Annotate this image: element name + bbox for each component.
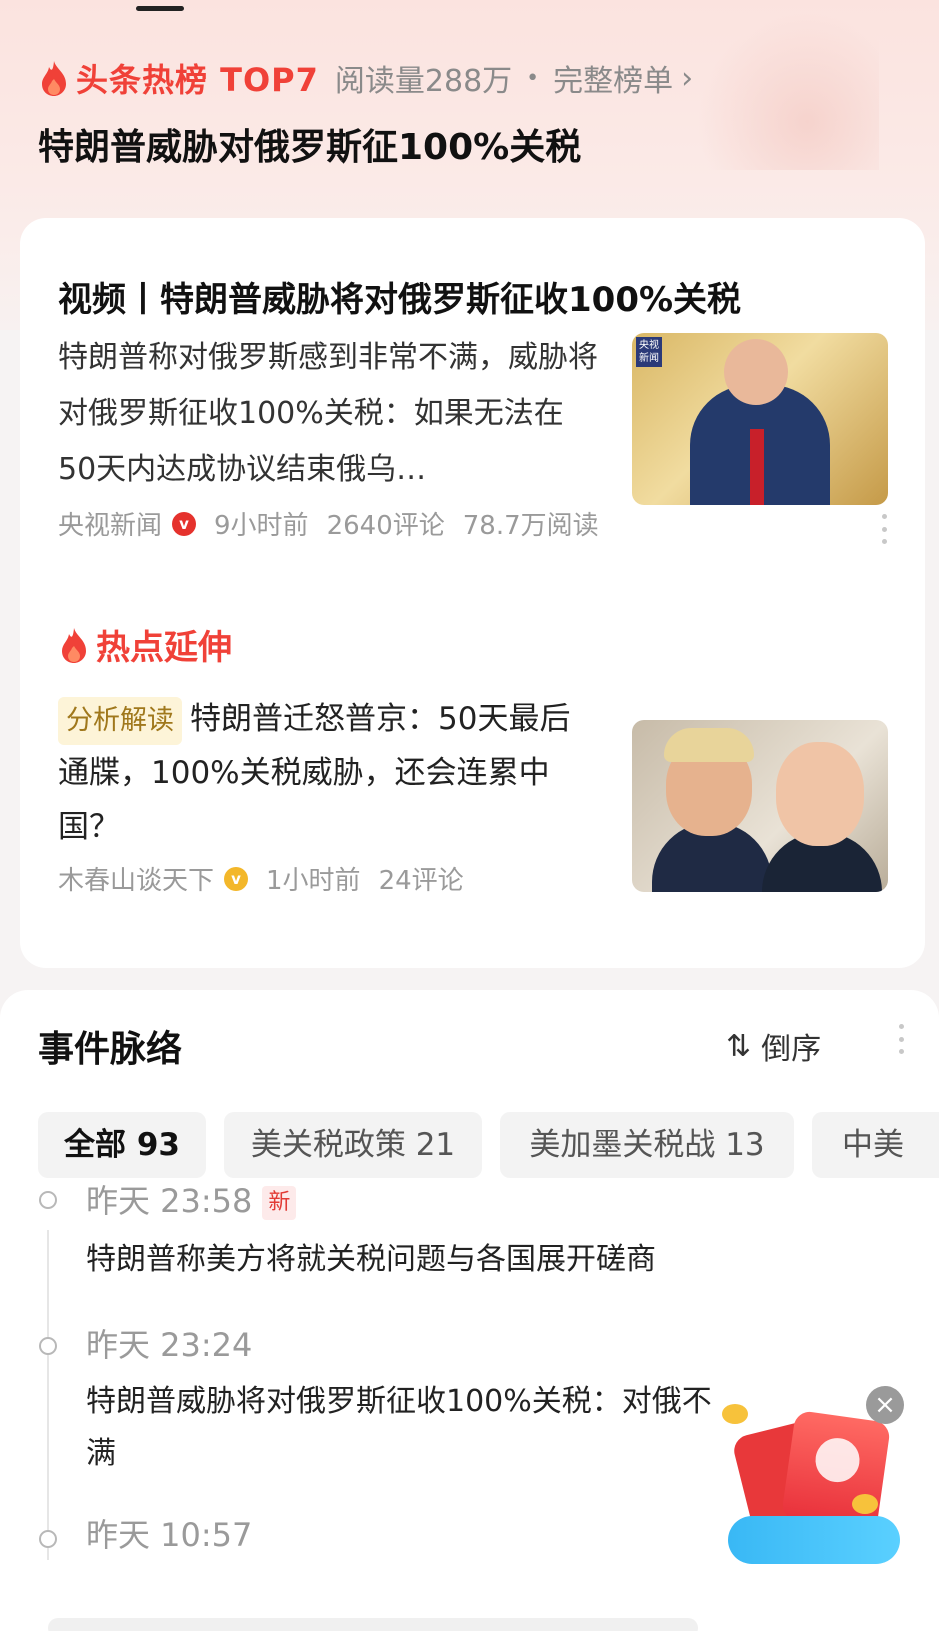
full-list-link[interactable]: 完整榜单 xyxy=(553,56,673,100)
close-icon[interactable]: × xyxy=(866,1386,904,1424)
chip-us-canada-mexico[interactable]: 美加墨关税战 13 xyxy=(500,1112,794,1178)
event-time: 昨天 23:58 新 xyxy=(86,1176,297,1222)
hot-list-header[interactable]: 头条热榜 TOP7 阅读量288万 • 完整榜单 › xyxy=(38,54,693,102)
next-item-peek xyxy=(48,1618,698,1631)
extension-article[interactable]: 分析解读 特朗普迁怒普京：50天最后通牒，100%关税威胁，还会连累中国？ xyxy=(58,692,578,854)
analysis-tag: 分析解读 xyxy=(58,697,182,745)
hot-extension-title: 热点延伸 xyxy=(96,628,232,668)
tie-shape xyxy=(750,429,764,505)
chip-all[interactable]: 全部 93 xyxy=(38,1112,206,1178)
event-time: 昨天 10:57 xyxy=(86,1516,253,1554)
article-title[interactable]: 视频丨特朗普威胁将对俄罗斯征收100%关税 xyxy=(58,272,741,321)
decorative-mountain xyxy=(699,10,879,170)
chevron-right-icon[interactable]: › xyxy=(681,61,693,96)
event-time: 昨天 23:24 xyxy=(86,1326,253,1364)
person-head xyxy=(724,339,788,405)
timeline-title: 事件脉络 xyxy=(38,1029,183,1070)
article-summary[interactable]: 特朗普称对俄罗斯感到非常不满，威胁将对俄罗斯征收100%关税：如果无法在50天内… xyxy=(58,330,598,498)
red-packet-widget[interactable]: × xyxy=(722,1386,912,1566)
coin-icon xyxy=(852,1494,878,1514)
separator-dot: • xyxy=(526,65,540,91)
read-count-stat: 78.7万阅读 xyxy=(462,511,599,541)
news-card: 视频丨特朗普威胁将对俄罗斯征收100%关税 特朗普称对俄罗斯感到非常不满，威胁将… xyxy=(20,218,925,968)
extension-meta: 木春山谈天下 v 1小时前 24评论 xyxy=(58,860,482,897)
envelope-face-icon xyxy=(812,1435,863,1485)
red-packet-base xyxy=(728,1516,900,1564)
coin-icon xyxy=(722,1404,748,1424)
flame-icon xyxy=(42,61,66,96)
more-options-icon[interactable] xyxy=(899,1024,905,1054)
event-text[interactable]: 特朗普称美方将就关税问题与各国展开磋商 xyxy=(86,1234,736,1286)
timeline-line xyxy=(47,1230,49,1560)
timeline-dot xyxy=(39,1337,57,1355)
sort-icon: ⇅ xyxy=(726,1028,752,1064)
verified-badge-icon: v xyxy=(172,511,197,536)
read-count: 阅读量288万 xyxy=(334,64,513,99)
event-time-text: 昨天 23:58 xyxy=(86,1182,253,1220)
comment-count: 2640评论 xyxy=(326,511,445,541)
flame-icon xyxy=(62,627,86,663)
verified-badge-icon: v xyxy=(224,866,249,891)
tab-indicator xyxy=(136,6,184,11)
event-text[interactable]: 特朗普威胁将对俄罗斯征收100%关税：对俄不满 xyxy=(86,1376,726,1480)
more-options-icon[interactable] xyxy=(881,514,887,544)
timeline-dot xyxy=(39,1530,57,1548)
article-thumbnail[interactable]: 央视新闻 xyxy=(632,333,888,505)
page-title: 特朗普威胁对俄罗斯征100%关税 xyxy=(38,127,582,168)
cctv-news-logo: 央视新闻 xyxy=(636,337,662,367)
sort-order-button[interactable]: ⇅ 倒序 xyxy=(726,1024,821,1068)
filter-chips: 全部 93 美关税政策 21 美加墨关税战 13 中美 xyxy=(38,1112,939,1178)
publish-time: 1小时前 xyxy=(266,866,361,896)
chip-china-us[interactable]: 中美 xyxy=(812,1112,939,1178)
source-name[interactable]: 央视新闻 xyxy=(58,505,162,542)
new-badge: 新 xyxy=(262,1186,297,1220)
article-meta: 央视新闻 v 9小时前 2640评论 78.7万阅读 xyxy=(58,505,617,542)
hair-shape xyxy=(664,728,754,762)
comment-count: 24评论 xyxy=(378,866,464,896)
person-head xyxy=(776,742,864,846)
hot-extension-header: 热点延伸 xyxy=(58,620,232,669)
source-name[interactable]: 木春山谈天下 xyxy=(58,860,214,897)
red-envelope-icon xyxy=(780,1409,892,1533)
extension-thumbnail[interactable] xyxy=(632,720,888,892)
timeline-dot xyxy=(39,1191,57,1209)
hot-list-label: 头条热榜 TOP7 xyxy=(76,61,319,99)
chip-us-tariff-policy[interactable]: 美关税政策 21 xyxy=(224,1112,482,1178)
sort-label: 倒序 xyxy=(761,1032,822,1067)
publish-time: 9小时前 xyxy=(214,511,309,541)
